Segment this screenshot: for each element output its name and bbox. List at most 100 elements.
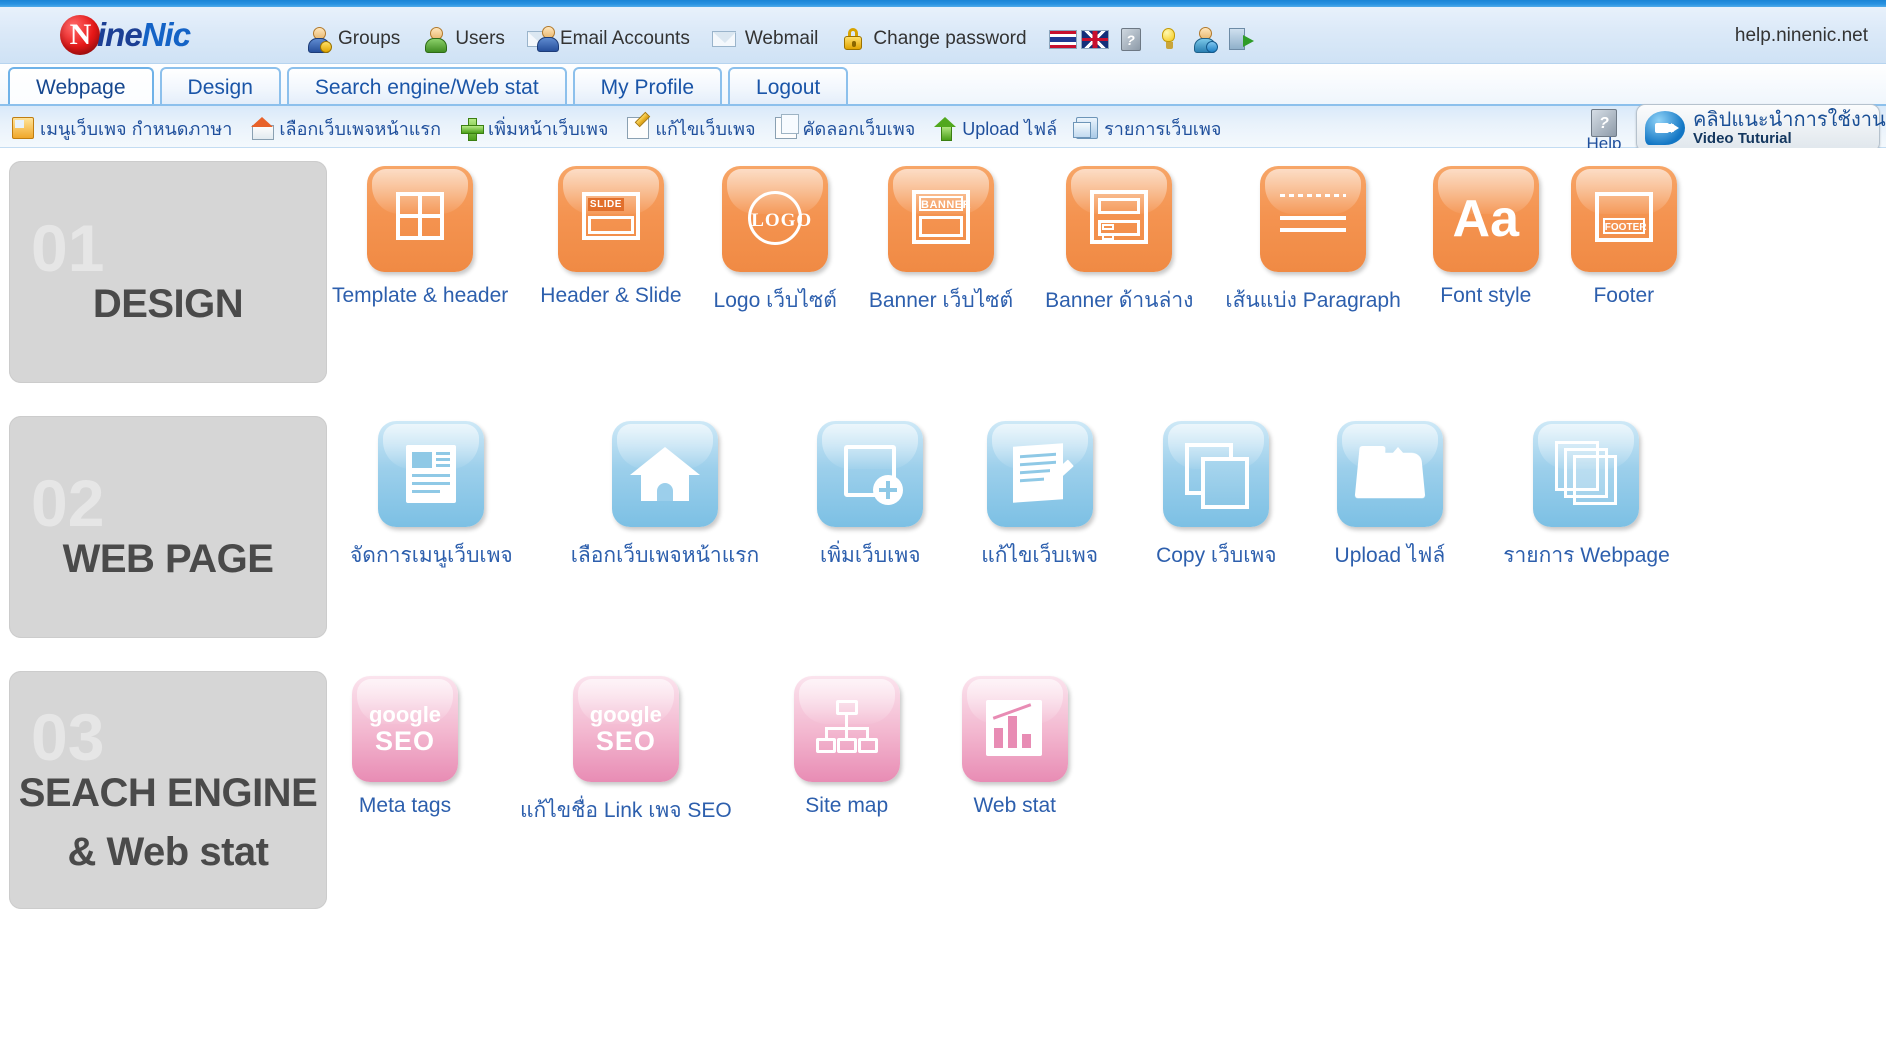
tile-copy-webpage-label: Copy เว็บเพจ bbox=[1156, 539, 1276, 572]
tile-site-map-label: Site map bbox=[794, 794, 900, 818]
toolbar-edit-page[interactable]: แก้ไขเว็บเพจ bbox=[627, 114, 755, 143]
main-tab-bar: Webpage Design Search engine/Web stat My… bbox=[0, 64, 1886, 108]
tile-manage-webpage-menu[interactable]: จัดการเมนูเว็บเพจ bbox=[350, 421, 513, 572]
section-webpage-number: 02 bbox=[31, 470, 104, 536]
section-webpage: 02 WEB PAGE จัดการเมนูเว็บเพจ เลือกเว็บเ… bbox=[0, 403, 1886, 658]
section-design-title: DESIGN bbox=[93, 281, 243, 328]
app-header: NineNic Groups Users Email Accounts bbox=[0, 7, 1886, 64]
header-link-change-password[interactable]: Change password bbox=[840, 26, 1026, 52]
tile-select-home-page[interactable]: เลือกเว็บเพจหน้าแรก bbox=[571, 421, 760, 572]
webpage-list-icon bbox=[1076, 117, 1098, 139]
tile-add-webpage[interactable]: เพิ่มเว็บเพจ bbox=[817, 421, 923, 572]
tile-web-stat-label: Web stat bbox=[962, 794, 1068, 818]
tile-meta-tags[interactable]: google SEO Meta tags bbox=[352, 676, 458, 818]
toolbar-webpage-list[interactable]: รายการเว็บเพจ bbox=[1076, 114, 1221, 143]
font-glyph-text: Aa bbox=[1433, 166, 1539, 272]
header-link-webmail[interactable]: Webmail bbox=[712, 26, 819, 52]
tile-website-banner[interactable]: BANNER Banner เว็บไซต์ bbox=[869, 166, 1013, 317]
tile-edit-link-seo[interactable]: google SEO แก้ไขชื่อ Link เพจ SEO bbox=[520, 676, 732, 827]
tile-paragraph-divider[interactable]: เส้นแบ่ง Paragraph bbox=[1225, 166, 1400, 317]
top-accent-bar bbox=[0, 0, 1886, 7]
section-design-card: 01 DESIGN bbox=[9, 161, 327, 383]
header-link-users-label: Users bbox=[455, 28, 505, 50]
flag-english-icon[interactable] bbox=[1081, 30, 1109, 49]
tab-my-profile[interactable]: My Profile bbox=[573, 67, 722, 104]
tile-website-logo[interactable]: LOGO Logo เว็บไซต์ bbox=[714, 166, 837, 317]
tab-webpage[interactable]: Webpage bbox=[8, 67, 154, 104]
header-link-change-password-label: Change password bbox=[873, 28, 1026, 50]
tab-design[interactable]: Design bbox=[160, 67, 281, 104]
home-icon bbox=[251, 117, 273, 139]
tile-webpage-list[interactable]: รายการ Webpage bbox=[1503, 421, 1670, 572]
slide-glyph-text: SLIDE bbox=[588, 198, 624, 211]
user-help-icon[interactable] bbox=[1191, 26, 1217, 52]
meta-tags-icon: google SEO bbox=[352, 676, 458, 782]
site-logo[interactable]: NineNic bbox=[60, 11, 190, 59]
header-slide-icon: SLIDE bbox=[558, 166, 664, 272]
tab-logout[interactable]: Logout bbox=[728, 67, 848, 104]
website-logo-icon: LOGO bbox=[722, 166, 828, 272]
tile-select-home-page-label: เลือกเว็บเพจหน้าแรก bbox=[571, 539, 760, 572]
manage-webpage-menu-icon bbox=[378, 421, 484, 527]
toolbar-webpage-menu-label: เมนูเว็บเพจ กำหนดภาษา bbox=[40, 114, 232, 143]
logout-door-icon[interactable] bbox=[1227, 26, 1253, 52]
tile-edit-webpage-label: แก้ไขเว็บเพจ bbox=[981, 539, 1098, 572]
tile-meta-tags-label: Meta tags bbox=[352, 794, 458, 818]
section-search-engine: 03 SEACH ENGINE & Web stat google SEO Me… bbox=[0, 658, 1886, 928]
tile-web-stat[interactable]: Web stat bbox=[962, 676, 1068, 818]
seo-glyph-google-2: google bbox=[590, 703, 662, 727]
video-tutorial-button[interactable]: คลิปแนะนำการใช้งาน Video Tuturial bbox=[1636, 104, 1880, 152]
tile-site-map[interactable]: Site map bbox=[794, 676, 900, 818]
section-design-number: 01 bbox=[31, 215, 104, 281]
tile-add-webpage-label: เพิ่มเว็บเพจ bbox=[817, 539, 923, 572]
toolbar-copy-page[interactable]: คัดลอกเว็บเพจ bbox=[775, 114, 916, 143]
dashboard-content: 01 DESIGN Template & header SLIDE Header… bbox=[0, 148, 1886, 1064]
font-style-icon: Aa bbox=[1433, 166, 1539, 272]
section-webpage-title: WEB PAGE bbox=[63, 536, 274, 583]
add-plus-icon bbox=[460, 117, 482, 139]
add-webpage-icon bbox=[817, 421, 923, 527]
copy-webpage-icon bbox=[1163, 421, 1269, 527]
seo-glyph-seo-1: SEO bbox=[375, 727, 435, 756]
tile-header-slide[interactable]: SLIDE Header & Slide bbox=[540, 166, 681, 308]
tips-bulb-icon[interactable] bbox=[1155, 26, 1181, 52]
help-book-icon: ? bbox=[1591, 109, 1617, 137]
web-stat-icon bbox=[962, 676, 1068, 782]
video-tutorial-title-th: คลิปแนะนำการใช้งาน bbox=[1693, 110, 1886, 131]
website-banner-icon: BANNER bbox=[888, 166, 994, 272]
tile-footer[interactable]: FOOTER Footer bbox=[1571, 166, 1677, 308]
manual-book-icon[interactable]: ? bbox=[1119, 26, 1145, 52]
header-link-webmail-label: Webmail bbox=[745, 28, 819, 50]
groups-icon bbox=[305, 26, 331, 52]
flag-thai-icon[interactable] bbox=[1049, 30, 1077, 49]
tile-bottom-banner[interactable]: Banner ด้านล่าง bbox=[1045, 166, 1193, 317]
header-link-users[interactable]: Users bbox=[422, 26, 505, 52]
tile-bottom-banner-label: Banner ด้านล่าง bbox=[1045, 284, 1193, 317]
toolbar-add-page[interactable]: เพิ่มหน้าเว็บเพจ bbox=[460, 114, 608, 143]
tile-manage-webpage-menu-label: จัดการเมนูเว็บเพจ bbox=[350, 539, 513, 572]
tile-upload-file-label: Upload ไฟล์ bbox=[1335, 539, 1446, 572]
toolbar-upload-file[interactable]: Upload ไฟล์ bbox=[934, 114, 1057, 143]
tab-search-engine-web-stat[interactable]: Search engine/Web stat bbox=[287, 67, 567, 104]
seo-glyph-seo-2: SEO bbox=[596, 727, 656, 756]
toolbar-select-home-page[interactable]: เลือกเว็บเพจหน้าแรก bbox=[251, 114, 441, 143]
tile-font-style[interactable]: Aa Font style bbox=[1433, 166, 1539, 308]
webpage-menu-icon bbox=[12, 117, 34, 139]
bottom-banner-icon bbox=[1066, 166, 1172, 272]
header-link-email-accounts[interactable]: Email Accounts bbox=[527, 26, 690, 52]
upload-arrow-icon bbox=[934, 117, 956, 139]
toolbar-webpage-menu[interactable]: เมนูเว็บเพจ กำหนดภาษา bbox=[12, 114, 232, 143]
tile-edit-webpage[interactable]: แก้ไขเว็บเพจ bbox=[981, 421, 1098, 572]
site-map-icon bbox=[794, 676, 900, 782]
toolbar-items: เมนูเว็บเพจ กำหนดภาษา เลือกเว็บเพจหน้าแร… bbox=[12, 106, 1221, 150]
section-search-engine-card: 03 SEACH ENGINE & Web stat bbox=[9, 671, 327, 909]
section-search-engine-title-line2: & Web stat bbox=[68, 829, 269, 876]
tile-upload-file[interactable]: Upload ไฟล์ bbox=[1335, 421, 1446, 572]
header-link-groups[interactable]: Groups bbox=[305, 26, 400, 52]
banner-glyph-text: BANNER bbox=[919, 196, 963, 211]
tile-copy-webpage[interactable]: Copy เว็บเพจ bbox=[1156, 421, 1276, 572]
help-button[interactable]: ? Help bbox=[1576, 108, 1632, 151]
section-webpage-card: 02 WEB PAGE bbox=[9, 416, 327, 638]
tile-template-header[interactable]: Template & header bbox=[332, 166, 508, 308]
paragraph-divider-icon bbox=[1260, 166, 1366, 272]
